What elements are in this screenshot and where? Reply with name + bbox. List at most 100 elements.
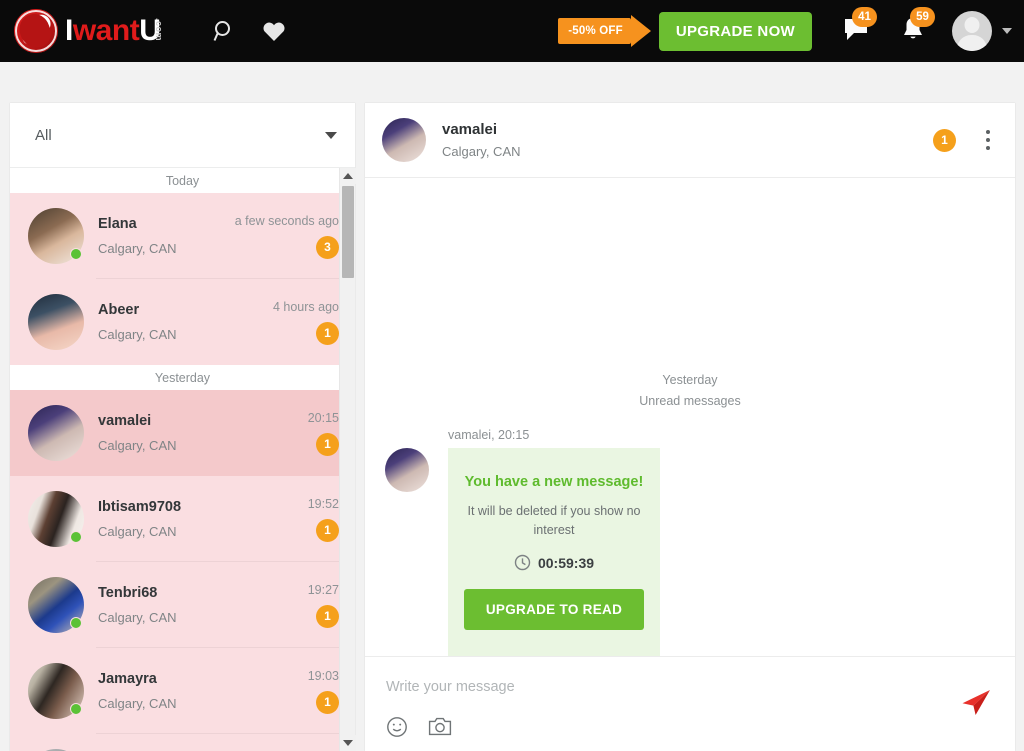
send-message-button[interactable]: [961, 689, 991, 720]
locked-message-subtitle: It will be deleted if you show no intere…: [467, 504, 641, 537]
send-paper-plane-icon: [962, 690, 990, 715]
message-author-time: vamalei, 20:15: [448, 428, 530, 442]
logo-suffix: .com: [154, 18, 165, 42]
message-input[interactable]: [386, 679, 922, 695]
unread-badge: 3: [316, 235, 339, 259]
message-time: 19:52: [307, 496, 339, 511]
online-status-dot: [70, 617, 82, 629]
contact-name: Elana: [98, 216, 137, 232]
chat-contact-avatar[interactable]: [382, 118, 426, 162]
contact-name: Abeer: [98, 302, 140, 318]
list-item-meta: 19:03 1: [308, 669, 339, 714]
list-item-meta: a few seconds ago 3: [235, 214, 339, 259]
list-item[interactable]: Tenbri68 Calgary, CAN 19:27 1: [10, 562, 355, 648]
message-composer: [365, 656, 1015, 751]
chat-system-labels: Yesterday Unread messages: [385, 370, 995, 412]
avatar: [28, 491, 84, 547]
chat-contact-name: vamalei: [442, 121, 498, 138]
unread-divider-label: Unread messages: [639, 394, 741, 408]
upgrade-now-button[interactable]: UPGRADE NOW: [658, 11, 812, 51]
unread-badge: 1: [316, 432, 339, 456]
clock-icon: [514, 554, 531, 571]
list-item-meta: 20:15 1: [308, 411, 339, 456]
list-item-body: Jamayra Calgary, CAN: [98, 671, 308, 711]
message-time: 19:27: [307, 582, 339, 597]
list-item[interactable]: Jamayra Calgary, CAN 19:03 1: [10, 648, 355, 734]
unread-badge: 1: [316, 604, 339, 628]
locked-message-title: You have a new message!: [464, 474, 644, 490]
contact-name: Ibtisam9708: [98, 499, 182, 515]
list-item[interactable]: Ibtisam9708 Calgary, CAN 19:52 1: [10, 476, 355, 562]
unread-badge: 1: [316, 518, 339, 542]
message-time: a few seconds ago: [234, 213, 339, 228]
conversation-filter-dropdown[interactable]: All: [10, 103, 355, 168]
chat-contact-info: vamalei Calgary, CAN: [442, 121, 933, 159]
notifications-icon[interactable]: 59: [900, 6, 935, 47]
contact-location: Calgary, CAN: [98, 241, 177, 256]
list-item[interactable]: Elana Calgary, CAN a few seconds ago 3: [10, 193, 355, 279]
contact-location: Calgary, CAN: [98, 438, 177, 453]
unread-badge: 1: [316, 690, 339, 714]
contact-location: Calgary, CAN: [98, 610, 177, 625]
scroll-down-arrow-icon[interactable]: [340, 735, 356, 751]
contact-name: Tenbri68: [98, 585, 158, 601]
message-column: vamalei, 20:15 You have a new message! I…: [448, 428, 660, 656]
online-status-dot: [70, 531, 82, 543]
message-time: 20:15: [307, 410, 339, 425]
search-icon[interactable]: [212, 19, 236, 43]
site-logo[interactable]: I want U .com: [14, 9, 186, 53]
chat-messages-area: Yesterday Unread messages vamalei, 20:15…: [365, 178, 1015, 656]
avatar: [28, 405, 84, 461]
list-item-body: vamalei Calgary, CAN: [98, 413, 308, 453]
messages-icon[interactable]: 41: [842, 6, 877, 47]
chat-unread-badge: 1: [933, 128, 956, 152]
conversation-list[interactable]: Today Elana Calgary, CAN a few seconds a…: [10, 168, 355, 751]
avatar: [28, 208, 84, 264]
list-item[interactable]: vamalei Calgary, CAN 20:15 1: [10, 390, 355, 476]
list-item-meta: 19:52 1: [308, 497, 339, 542]
logo-wordmark: I want U .com: [65, 16, 186, 46]
contact-location: Calgary, CAN: [98, 327, 177, 342]
contact-name: vamalei: [98, 413, 152, 429]
list-item-body: Ibtisam9708 Calgary, CAN: [98, 499, 308, 539]
avatar: [28, 294, 84, 350]
smiley-icon[interactable]: [386, 716, 408, 743]
day-separator-today: Today: [10, 168, 355, 193]
list-item[interactable]: Abeer Calgary, CAN 4 hours ago 1: [10, 279, 355, 365]
composer-tools: [386, 716, 995, 743]
scrollbar-thumb[interactable]: [342, 186, 354, 278]
user-menu-chevron-down-icon[interactable]: [1002, 28, 1012, 34]
contact-location: Calgary, CAN: [98, 524, 177, 539]
countdown-timer: 00:59:39: [464, 554, 644, 571]
conversation-sidebar: All Today Elana Calgary, CAN a few secon…: [10, 103, 356, 751]
list-item-body: Elana Calgary, CAN: [98, 216, 235, 256]
chat-contact-location: Calgary, CAN: [442, 144, 521, 159]
avatar: [28, 663, 84, 719]
message-time: 19:03: [307, 668, 339, 683]
scroll-up-arrow-icon[interactable]: [340, 168, 356, 184]
countdown-value: 00:59:39: [537, 554, 595, 571]
panels: All Today Elana Calgary, CAN a few secon…: [10, 103, 1015, 751]
sidebar-scrollbar[interactable]: [339, 168, 356, 751]
notifications-count-badge: 59: [910, 6, 935, 27]
logo-mark-icon: [14, 9, 58, 53]
logo-part-2: want: [72, 14, 140, 47]
discount-badge[interactable]: -50% OFF: [558, 15, 651, 47]
list-item-body: Tenbri68 Calgary, CAN: [98, 585, 308, 625]
top-navigation-bar: I want U .com -50% OFF UPGRADE NOW 41 59: [0, 0, 1024, 62]
kebab-menu-icon[interactable]: [983, 127, 993, 153]
filter-selected-value: All: [35, 126, 52, 144]
unread-badge: 1: [316, 321, 339, 345]
heart-icon[interactable]: [262, 20, 286, 42]
camera-icon[interactable]: [428, 716, 452, 743]
upgrade-to-read-button[interactable]: UPGRADE TO READ: [464, 589, 644, 630]
message-avatar: [385, 448, 429, 492]
list-item-meta: 19:27 1: [308, 583, 339, 628]
list-item-body: Abeer Calgary, CAN: [98, 302, 273, 342]
user-avatar[interactable]: [952, 11, 992, 51]
avatar: [28, 577, 84, 633]
day-separator-yesterday: Yesterday: [10, 365, 355, 390]
message-row: vamalei, 20:15 You have a new message! I…: [385, 428, 995, 656]
list-item[interactable]: [10, 734, 355, 751]
contact-location: Calgary, CAN: [98, 696, 177, 711]
